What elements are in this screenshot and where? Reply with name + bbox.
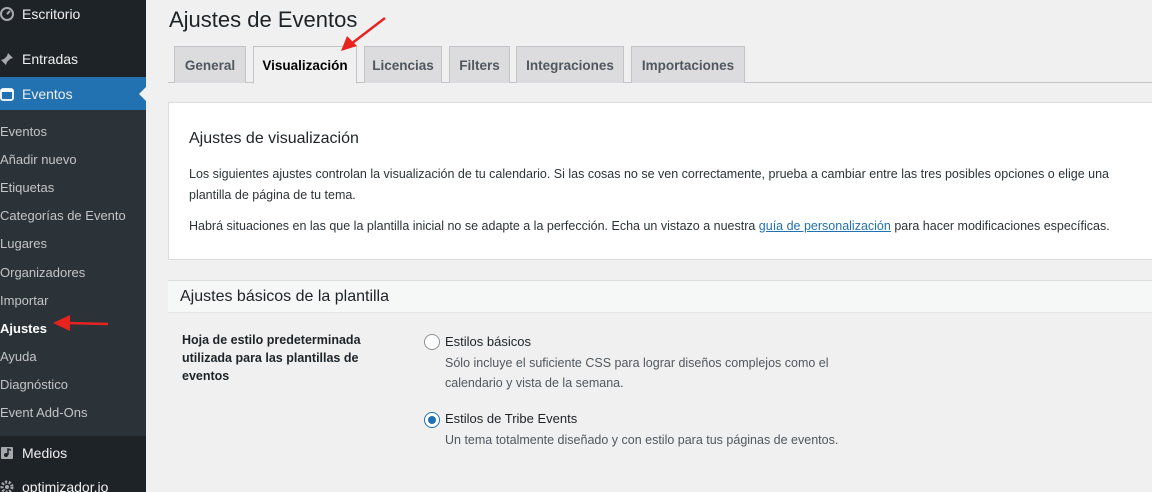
menu-item-eventos[interactable]: Eventos bbox=[0, 77, 146, 110]
menu-item-label: Eventos bbox=[22, 85, 73, 102]
submenu-item-diagnostico[interactable]: Diagnóstico bbox=[0, 375, 68, 395]
stylesheet-field-label: Hoja de estilo predeterminada utilizada … bbox=[182, 333, 361, 383]
section-title: Ajustes básicos de la plantilla bbox=[180, 288, 390, 305]
radio-estilos-basicos[interactable] bbox=[424, 334, 440, 350]
settings-tabs: General Visualización Licencias Filters … bbox=[168, 46, 1152, 84]
submenu-item-importar[interactable]: Importar bbox=[0, 291, 48, 311]
intro-title: Ajustes de visualización bbox=[189, 130, 359, 147]
menu-item-escritorio[interactable]: Escritorio bbox=[0, 0, 146, 31]
customization-guide-link[interactable]: guía de personalización bbox=[759, 219, 891, 233]
pin-icon bbox=[0, 52, 14, 66]
intro-text: para hacer modificaciones específicas. bbox=[890, 219, 1110, 233]
submenu-item-ajustes[interactable]: Ajustes bbox=[0, 319, 47, 339]
gear-icon bbox=[0, 480, 14, 492]
menu-item-optimizador[interactable]: optimizador.io bbox=[0, 470, 146, 492]
submenu-item-ayuda[interactable]: Ayuda bbox=[0, 347, 37, 367]
option-label-basicos[interactable]: Estilos básicos bbox=[445, 334, 531, 349]
option-label-tribe[interactable]: Estilos de Tribe Events bbox=[445, 411, 577, 426]
submenu-item-lugares[interactable]: Lugares bbox=[0, 234, 47, 254]
dashboard-icon bbox=[0, 7, 14, 21]
admin-sidebar: Escritorio Entradas Eventos Eventos Añad… bbox=[0, 0, 146, 492]
tab-licencias[interactable]: Licencias bbox=[364, 46, 442, 83]
eventos-submenu: Eventos Añadir nuevo Etiquetas Categoría… bbox=[0, 110, 146, 436]
option-description-basicos: Sólo incluye el suficiente CSS para logr… bbox=[445, 356, 829, 390]
submenu-item-anadir-nuevo[interactable]: Añadir nuevo bbox=[0, 150, 77, 170]
menu-item-medios[interactable]: Medios bbox=[0, 436, 146, 470]
calendar-icon bbox=[0, 87, 14, 101]
intro-paragraph: Los siguientes ajustes controlan la visu… bbox=[189, 167, 1109, 202]
menu-item-label: optimizador.io bbox=[22, 479, 109, 492]
tab-integraciones[interactable]: Integraciones bbox=[516, 46, 624, 83]
radio-estilos-tribe[interactable] bbox=[424, 412, 440, 428]
section-header: Ajustes básicos de la plantilla bbox=[168, 280, 1152, 313]
tab-general[interactable]: General bbox=[174, 46, 246, 83]
menu-item-label: Medios bbox=[22, 445, 68, 461]
submenu-item-organizadores[interactable]: Organizadores bbox=[0, 263, 85, 283]
intro-text: Habrá situaciones en las que la plantill… bbox=[189, 219, 759, 233]
submenu-item-categorias[interactable]: Categorías de Evento bbox=[0, 206, 126, 226]
intro-paragraph-help: Habrá situaciones en las que la plantill… bbox=[189, 216, 1139, 237]
menu-item-label: Entradas bbox=[22, 51, 79, 67]
tab-filters[interactable]: Filters bbox=[449, 46, 510, 83]
page-title: Ajustes de Eventos bbox=[169, 7, 358, 32]
menu-item-label: Escritorio bbox=[22, 6, 81, 22]
tab-visualizacion[interactable]: Visualización bbox=[253, 46, 357, 84]
submenu-item-etiquetas[interactable]: Etiquetas bbox=[0, 178, 54, 198]
media-icon bbox=[0, 446, 14, 460]
submenu-item-eventos[interactable]: Eventos bbox=[0, 122, 47, 142]
menu-item-entradas[interactable]: Entradas bbox=[0, 42, 146, 76]
intro-panel: Ajustes de visualización Los siguientes … bbox=[168, 102, 1152, 260]
tab-importaciones[interactable]: Importaciones bbox=[631, 46, 745, 83]
option-description-tribe: Un tema totalmente diseñado y con estilo… bbox=[445, 433, 839, 447]
submenu-item-event-addons[interactable]: Event Add-Ons bbox=[0, 403, 87, 423]
